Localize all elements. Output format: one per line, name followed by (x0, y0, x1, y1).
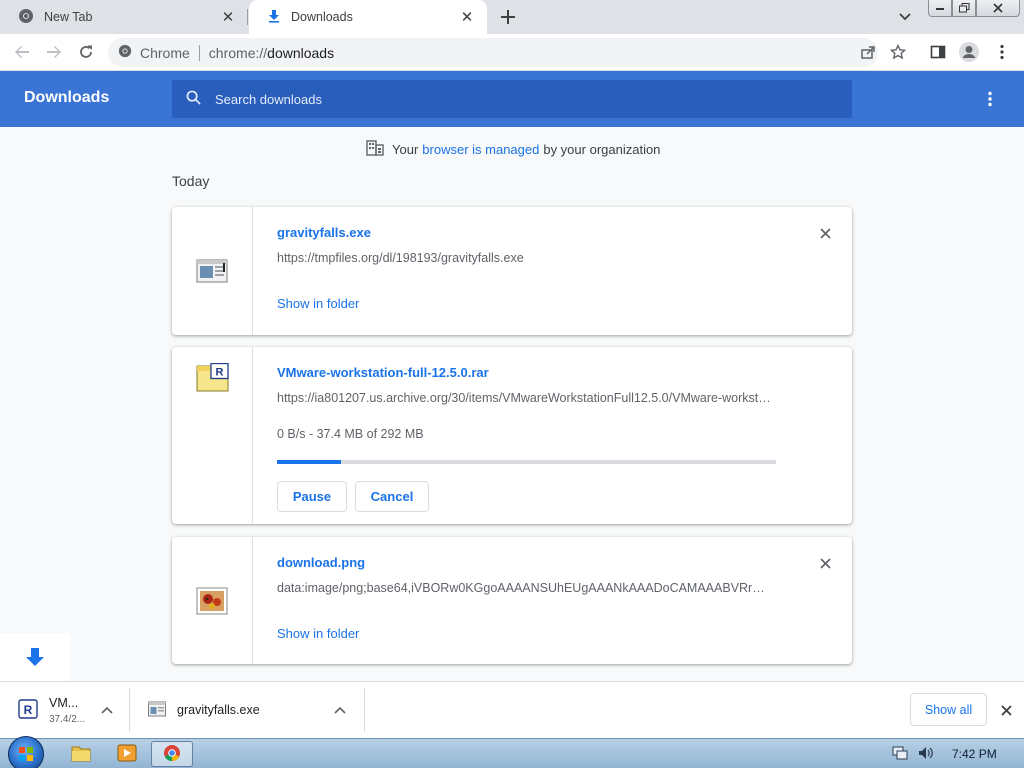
share-icon[interactable] (856, 40, 880, 64)
show-in-folder-link[interactable]: Show in folder (277, 296, 359, 311)
download-file-name[interactable]: VMware-workstation-full-12.5.0.rar (277, 365, 489, 380)
managed-notice: Your browser is managed by your organiza… (366, 140, 660, 159)
taskbar-clock[interactable]: 7:42 PM (952, 747, 997, 761)
download-icon-column: R (172, 347, 253, 524)
forward-arrow-icon[interactable] (42, 40, 66, 64)
media-player-icon (117, 744, 137, 765)
managed-text-after: by your organization (543, 142, 661, 157)
close-tab-icon[interactable]: ✕ (459, 9, 475, 26)
svg-text:R: R (24, 703, 33, 717)
download-url[interactable]: https://ia801207.us.archive.org/30/items… (277, 391, 772, 405)
download-shelf: R VM... 37.4/2... gravityfalls.exe Show … (0, 681, 1024, 738)
browser-menu-icon[interactable] (990, 40, 1014, 64)
url-scheme: chrome:// (208, 44, 268, 61)
windows-taskbar: 7:42 PM (0, 736, 1024, 768)
chevron-up-icon[interactable] (98, 701, 116, 719)
volume-icon[interactable] (918, 746, 934, 763)
windows-logo-icon (19, 747, 33, 761)
restore-button[interactable] (952, 0, 976, 17)
back-arrow-icon[interactable] (10, 40, 34, 64)
shelf-item-gravityfalls[interactable]: gravityfalls.exe (130, 688, 365, 732)
remove-download-icon[interactable] (815, 553, 835, 573)
close-tab-icon[interactable]: ✕ (220, 9, 236, 26)
open-downloads-button[interactable] (0, 633, 70, 685)
folder-icon (71, 744, 91, 765)
cancel-button[interactable]: Cancel (355, 481, 429, 512)
pause-button[interactable]: Pause (277, 481, 347, 512)
browser-toolbar: Chrome chrome://downloads (0, 34, 1024, 71)
page-title: Downloads (24, 89, 110, 106)
download-item-in-progress: R VMware-workstation-full-12.5.0.rar htt… (172, 347, 852, 524)
svg-text:R: R (216, 367, 224, 379)
remove-download-icon[interactable] (815, 223, 835, 243)
shelf-item-name: gravityfalls.exe (177, 703, 260, 717)
download-file-name[interactable]: download.png (277, 555, 365, 570)
download-item: gravityfalls.exe https://tmpfiles.org/dl… (172, 207, 852, 335)
profile-avatar-icon[interactable] (957, 40, 981, 64)
site-chip: Chrome (140, 44, 190, 61)
downloads-header: Downloads (0, 71, 1024, 127)
window-close-button[interactable] (976, 0, 1020, 17)
managed-text-before: Your (392, 142, 419, 157)
url-path: downloads (267, 44, 335, 61)
exe-file-icon (148, 701, 166, 720)
download-progress-bar (277, 460, 776, 464)
bookmark-star-icon[interactable] (886, 40, 910, 64)
side-panel-icon[interactable] (926, 40, 950, 64)
tab-title: Downloads (291, 10, 353, 24)
building-icon (366, 140, 384, 159)
download-item: download.png data:image/png;base64,iVBOR… (172, 537, 852, 664)
rar-file-icon: R (196, 362, 229, 395)
downloads-content: Your browser is managed by your organiza… (0, 127, 1024, 681)
download-progress-text: 0 B/s - 37.4 MB of 292 MB (277, 427, 424, 441)
exe-file-icon (196, 255, 228, 287)
tab-downloads[interactable]: Downloads ✕ (249, 0, 487, 34)
png-file-icon (196, 587, 228, 619)
reload-icon[interactable] (74, 40, 98, 64)
show-in-folder-link[interactable]: Show in folder (277, 626, 359, 641)
shelf-item-status: 37.4/2... (49, 713, 86, 725)
omnibox-separator (198, 44, 200, 61)
download-url[interactable]: data:image/png;base64,iVBORw0KGgoAAAANSU… (277, 581, 772, 595)
shelf-item-name: VM... (49, 695, 79, 710)
chevron-up-icon[interactable] (331, 701, 349, 719)
chrome-site-icon (118, 44, 132, 61)
tab-new-tab[interactable]: New Tab ✕ (0, 0, 248, 34)
search-icon (186, 90, 201, 108)
download-progress-fill (277, 460, 341, 464)
taskbar-explorer[interactable] (60, 741, 102, 767)
managed-link[interactable]: browser is managed (422, 142, 539, 157)
tab-title: New Tab (44, 10, 93, 24)
show-all-button[interactable]: Show all (910, 693, 987, 726)
search-input[interactable] (215, 84, 852, 114)
start-button[interactable] (8, 736, 44, 768)
new-tab-button[interactable] (496, 5, 520, 29)
minimize-button[interactable] (928, 0, 952, 17)
tab-strip: New Tab ✕ Downloads ✕ (0, 0, 1024, 34)
download-url[interactable]: https://tmpfiles.org/dl/198193/gravityfa… (277, 251, 772, 265)
download-icon (267, 9, 281, 26)
network-icon[interactable] (892, 746, 908, 763)
close-shelf-icon[interactable] (996, 700, 1016, 720)
address-bar[interactable]: Chrome chrome://downloads (108, 38, 878, 67)
download-file-name[interactable]: gravityfalls.exe (277, 225, 371, 240)
download-icon-column (172, 537, 253, 664)
chrome-icon (163, 744, 181, 765)
chrome-icon (18, 8, 34, 27)
shelf-separator (364, 688, 365, 732)
url-text[interactable]: chrome://downloads (209, 45, 334, 61)
shelf-item-vmware[interactable]: R VM... 37.4/2... (0, 688, 130, 732)
taskbar-media-player[interactable] (106, 741, 148, 767)
more-actions-icon[interactable] (978, 87, 1002, 111)
tab-search-chevron-icon[interactable] (893, 7, 917, 27)
search-downloads-box[interactable] (172, 80, 852, 118)
download-icon-column (172, 207, 253, 335)
download-arrow-icon (24, 647, 46, 672)
rar-file-icon: R (18, 698, 38, 722)
taskbar-chrome[interactable] (151, 741, 193, 767)
date-heading: Today (172, 173, 210, 189)
